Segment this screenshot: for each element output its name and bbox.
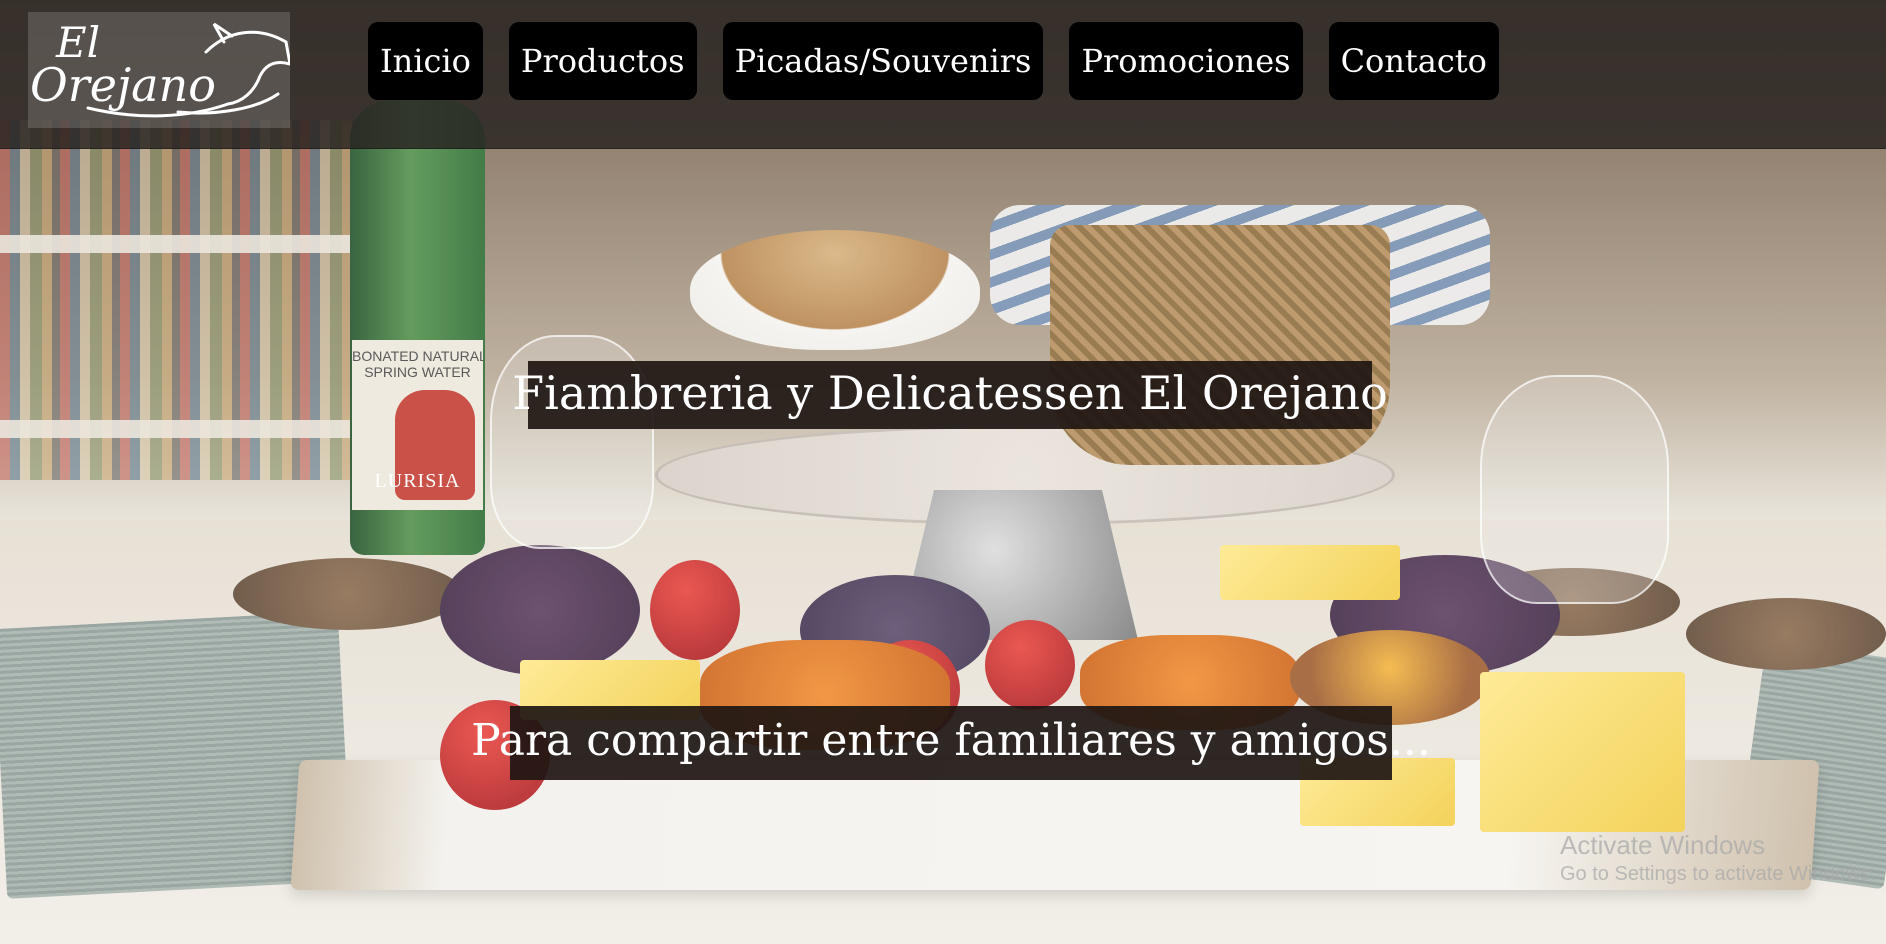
hero-title: Fiambreria y Delicatessen El Orejano	[512, 361, 1388, 429]
main-nav: Inicio Productos Picadas/Souvenirs Promo…	[368, 22, 1499, 100]
header-bar: El Orejano Inicio Productos Picadas/Souv…	[0, 0, 1886, 149]
watermark-subtitle: Go to Settings to activate Windows.	[1560, 863, 1876, 885]
site-logo[interactable]: El Orejano	[28, 12, 290, 128]
nav-item-picadas-souvenirs[interactable]: Picadas/Souvenirs	[722, 22, 1044, 100]
activate-windows-watermark: Activate Windows Go to Settings to activ…	[1560, 830, 1876, 886]
logo-text-orejano: Orejano	[30, 58, 216, 112]
nav-item-inicio[interactable]: Inicio	[368, 22, 483, 100]
hero-subtitle: Para compartir entre familiares y amigos…	[471, 706, 1431, 780]
nav-item-promociones[interactable]: Promociones	[1069, 22, 1303, 100]
nav-item-productos[interactable]: Productos	[508, 22, 697, 100]
page: BONATED NATURAL SPRING WATER LURISIA El …	[0, 0, 1886, 944]
nav-item-contacto[interactable]: Contacto	[1328, 22, 1499, 100]
watermark-title: Activate Windows	[1560, 830, 1766, 860]
